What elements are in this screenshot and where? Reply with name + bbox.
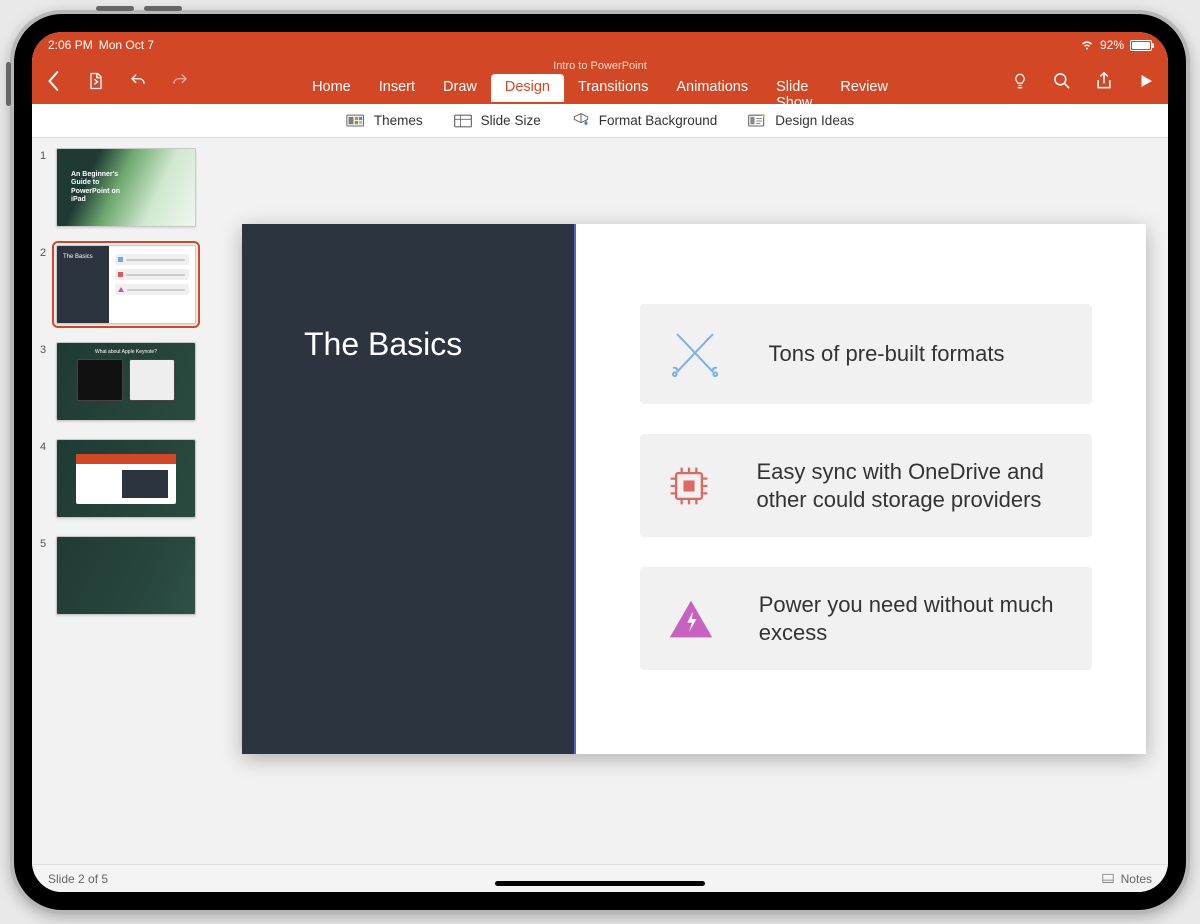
tab-animations[interactable]: Animations — [662, 74, 762, 102]
slide-thumbnail-1[interactable]: An Beginner's Guide to PowerPoint on iPa… — [56, 148, 196, 227]
screen: 2:06 PM Mon Oct 7 92% — [32, 32, 1168, 892]
format-background-button[interactable]: Format Background — [571, 112, 718, 130]
ribbon-tabs: Home Insert Draw Design Transitions Anim… — [298, 74, 902, 102]
thumb-number: 3 — [40, 342, 50, 356]
present-button[interactable] — [1132, 67, 1160, 95]
tab-insert[interactable]: Insert — [365, 74, 429, 102]
undo-button[interactable] — [124, 67, 152, 95]
current-slide[interactable]: The Basics — [242, 224, 1146, 754]
search-button[interactable] — [1048, 67, 1076, 95]
thumb-number: 2 — [40, 245, 50, 259]
notes-toggle[interactable]: Notes — [1101, 872, 1152, 886]
slide-title[interactable]: The Basics — [304, 326, 462, 363]
redo-button[interactable] — [166, 67, 194, 95]
feature-row-3[interactable]: Power you need without much excess — [640, 567, 1092, 670]
status-time: 2:06 PM — [48, 38, 93, 52]
battery-icon — [1130, 40, 1152, 51]
app-footer: Slide 2 of 5 Notes — [32, 864, 1168, 892]
slide-size-label: Slide Size — [481, 113, 541, 128]
slide-counter: Slide 2 of 5 — [48, 872, 108, 886]
feature-row-1[interactable]: Tons of pre-built formats — [640, 304, 1092, 404]
tab-review[interactable]: Review — [826, 74, 902, 102]
slide-thumbnail-4[interactable] — [56, 439, 196, 518]
tab-design[interactable]: Design — [491, 74, 564, 102]
themes-label: Themes — [374, 113, 423, 128]
warning-bolt-icon — [666, 598, 714, 640]
feature-text: Tons of pre-built formats — [768, 340, 1004, 368]
tab-transitions[interactable]: Transitions — [564, 74, 662, 102]
slide-thumbnail-2[interactable]: The Basics — [56, 245, 196, 324]
document-title[interactable]: Intro to PowerPoint — [553, 60, 647, 72]
slide-size-icon — [453, 112, 473, 130]
wifi-icon — [1080, 37, 1094, 54]
slide-size-button[interactable]: Slide Size — [453, 112, 541, 130]
file-menu-button[interactable] — [82, 67, 110, 95]
themes-icon — [346, 112, 366, 130]
home-indicator[interactable] — [495, 881, 705, 886]
thumb-number: 5 — [40, 536, 50, 550]
themes-button[interactable]: Themes — [346, 112, 423, 130]
design-ideas-label: Design Ideas — [775, 113, 854, 128]
design-ideas-icon — [747, 112, 767, 130]
thumb-number: 1 — [40, 148, 50, 162]
slide-editor-canvas[interactable]: The Basics — [214, 138, 1168, 864]
share-button[interactable] — [1090, 67, 1118, 95]
notes-label: Notes — [1121, 872, 1152, 886]
design-ideas-button[interactable]: Design Ideas — [747, 112, 854, 130]
tab-slideshow[interactable]: Slide Show — [762, 74, 826, 102]
slide-thumbnail-5[interactable] — [56, 536, 196, 615]
lightbulb-button[interactable] — [1006, 67, 1034, 95]
format-background-icon — [571, 112, 591, 130]
tab-draw[interactable]: Draw — [429, 74, 491, 102]
format-background-label: Format Background — [599, 113, 718, 128]
slide-thumbnail-panel[interactable]: 1 An Beginner's Guide to PowerPoint on i… — [32, 138, 214, 864]
chip-icon — [666, 463, 712, 509]
feature-text: Power you need without much excess — [759, 591, 1066, 646]
status-date: Mon Oct 7 — [99, 38, 154, 52]
status-bar: 2:06 PM Mon Oct 7 92% — [32, 32, 1168, 58]
design-ribbon: Themes Slide Size Format Background — [32, 104, 1168, 138]
back-button[interactable] — [40, 67, 68, 95]
ipad-device-frame: 2:06 PM Mon Oct 7 92% — [10, 10, 1190, 914]
feature-text: Easy sync with OneDrive and other could … — [756, 458, 1066, 513]
app-toolbar: Intro to PowerPoint Home Insert Draw Des… — [32, 58, 1168, 104]
feature-row-2[interactable]: Easy sync with OneDrive and other could … — [640, 434, 1092, 537]
slide-thumbnail-3[interactable]: What about Apple Keynote? — [56, 342, 196, 421]
tab-home[interactable]: Home — [298, 74, 365, 102]
battery-percent: 92% — [1100, 38, 1124, 52]
thumb-number: 4 — [40, 439, 50, 453]
swords-icon — [666, 331, 724, 377]
